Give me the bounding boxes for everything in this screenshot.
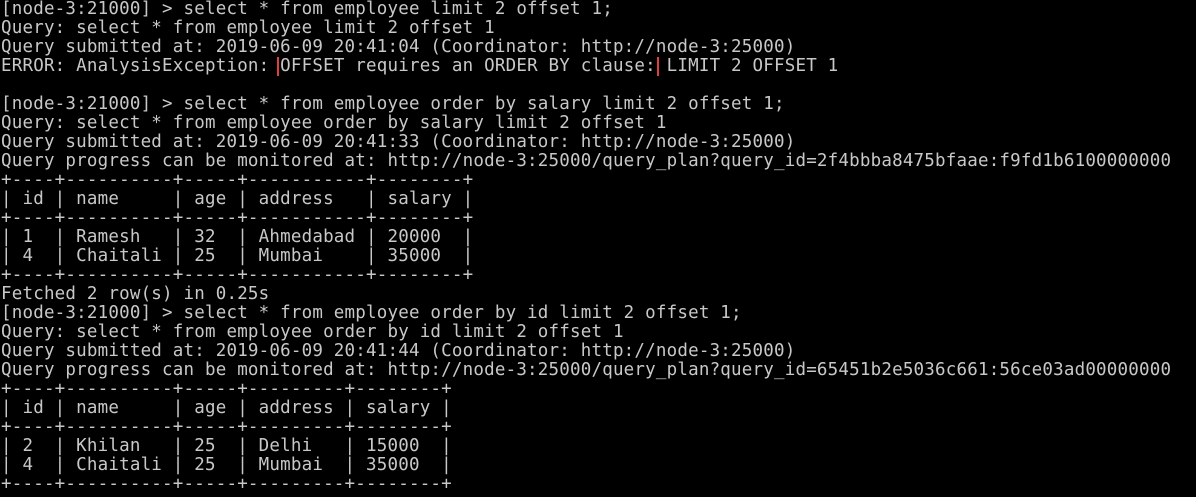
table-row: +----+----------+-----+-----------+-----… [1, 171, 474, 190]
table-row: | id | name | age | address | salary | [1, 399, 452, 418]
table-row: +----+----------+-----+-----------+-----… [1, 266, 474, 285]
output-line: Query: select * from employee order by i… [1, 323, 624, 342]
output-line: Query submitted at: 2019-06-09 20:41:04 … [1, 38, 796, 57]
table-row: | id | name | age | address | salary | [1, 190, 474, 209]
output-line: Query progress can be monitored at: http… [1, 361, 1172, 380]
command-prompt-line: [node-3:21000] > select * from employee … [1, 0, 613, 19]
table-row: | 2 | Khilan | 25 | Delhi | 15000 | [1, 437, 452, 456]
error-message-highlight: OFFSET requires an ORDER BY clause: [277, 57, 659, 76]
table-row: +----+----------+-----+---------+-------… [1, 475, 452, 494]
error-line: ERROR: AnalysisException: OFFSET require… [1, 57, 1196, 76]
output-line: Query: select * from employee order by s… [1, 114, 667, 133]
table-row: | 1 | Ramesh | 32 | Ahmedabad | 20000 | [1, 228, 474, 247]
table-row: +----+----------+-----+---------+-------… [1, 418, 452, 437]
output-line: Query progress can be monitored at: http… [1, 152, 1172, 171]
table-row: | 4 | Chaitali | 25 | Mumbai | 35000 | [1, 247, 474, 266]
output-line: Fetched 2 row(s) in 0.25s [1, 285, 270, 304]
command-prompt-line: [node-3:21000] > select * from employee … [1, 304, 742, 323]
terminal-output[interactable]: [node-3:21000] > select * from employee … [0, 0, 1196, 497]
table-row: +----+----------+-----+---------+-------… [1, 380, 452, 399]
output-line: Query submitted at: 2019-06-09 20:41:44 … [1, 342, 796, 361]
output-line: Query: select * from employee limit 2 of… [1, 19, 495, 38]
table-row: +----+----------+-----+-----------+-----… [1, 209, 474, 228]
output-line: Query submitted at: 2019-06-09 20:41:33 … [1, 133, 796, 152]
command-prompt-line: [node-3:21000] > select * from employee … [1, 95, 785, 114]
error-suffix: LIMIT 2 OFFSET 1 [655, 57, 839, 76]
table-row: | 4 | Chaitali | 25 | Mumbai | 35000 | [1, 456, 452, 475]
error-prefix: ERROR: AnalysisException: [1, 57, 281, 76]
